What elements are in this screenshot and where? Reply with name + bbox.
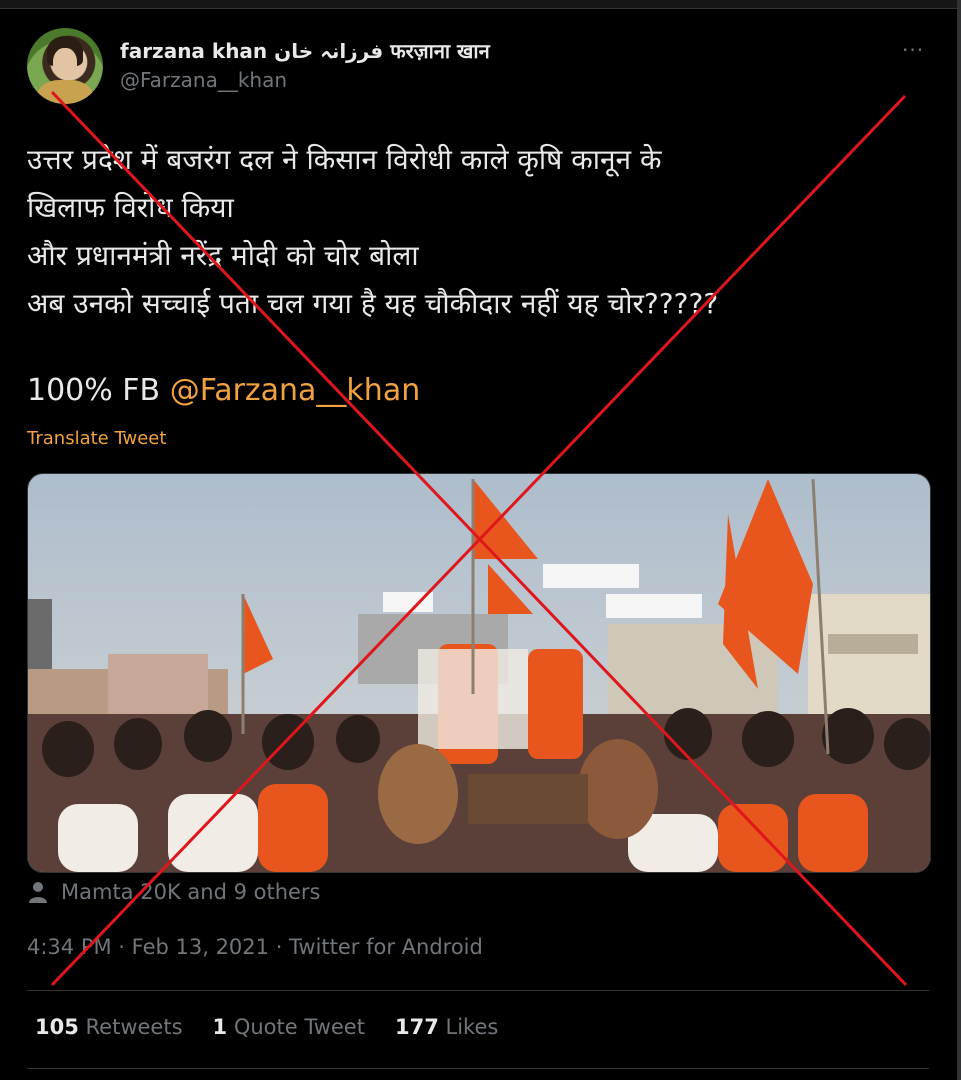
translate-tweet-link[interactable]: Translate Tweet — [27, 428, 166, 449]
user-icon — [29, 882, 47, 903]
likes-label: Likes — [445, 1015, 499, 1039]
tweet-text: उत्तर प्रदेश में बजरंग दल ने किसान विरोध… — [27, 136, 927, 328]
tweet-line: उत्तर प्रदेश में बजरंग दल ने किसान विरोध… — [27, 143, 662, 176]
fb-line: 100% FB @Farzana__khan — [27, 373, 420, 408]
engagement-stats: 105 Retweets 1 Quote Tweet 177 Likes — [35, 1015, 498, 1039]
tagged-people[interactable]: Mamta 20K and 9 others — [27, 880, 321, 904]
user-handle[interactable]: @Farzana__khan — [120, 68, 287, 92]
tweet-timestamp[interactable]: 4:34 PM · Feb 13, 2021 · Twitter for And… — [27, 935, 483, 959]
divider — [27, 990, 929, 991]
retweets-stat[interactable]: 105 Retweets — [35, 1015, 183, 1039]
display-name[interactable]: farzana khan فرزانہ خان फरज़ाना खान — [120, 37, 490, 64]
quotes-label: Quote Tweet — [233, 1015, 365, 1039]
quotes-count: 1 — [212, 1015, 228, 1039]
divider — [27, 1068, 929, 1069]
likes-count: 177 — [394, 1015, 439, 1039]
mention-link[interactable]: @Farzana__khan — [170, 373, 421, 408]
tweet-line: खिलाफ विरोध किया — [27, 191, 234, 224]
likes-stat[interactable]: 177 Likes — [395, 1015, 498, 1039]
avatar[interactable] — [27, 28, 103, 104]
tagged-text: Mamta 20K and 9 others — [61, 880, 321, 904]
window-top-border — [0, 0, 961, 9]
fb-prefix: 100% FB — [27, 373, 170, 408]
retweets-count: 105 — [35, 1015, 79, 1039]
tweet-line: और प्रधानमंत्री नरेंद्र मोदी को चोर बोला — [27, 239, 419, 272]
window-right-border — [957, 0, 961, 1080]
more-icon[interactable]: ··· — [902, 38, 924, 62]
quote-tweets-stat[interactable]: 1 Quote Tweet — [213, 1015, 365, 1039]
tweet-line: अब उनको सच्चाई पता चल गया है यह चौकीदार … — [27, 287, 719, 320]
retweets-label: Retweets — [85, 1015, 183, 1039]
tweet-media-image[interactable] — [27, 473, 931, 873]
